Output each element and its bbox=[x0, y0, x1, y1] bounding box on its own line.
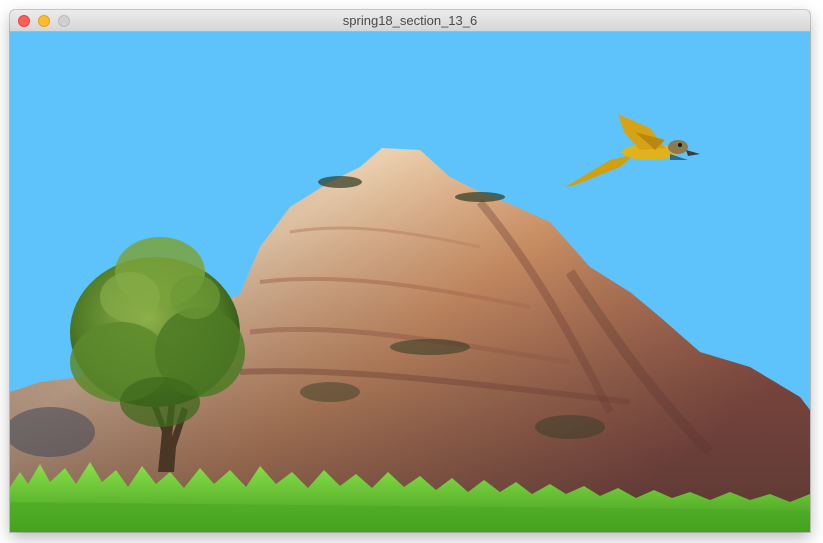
sketch-canvas[interactable] bbox=[10, 32, 810, 532]
app-window: spring18_section_13_6 bbox=[10, 10, 810, 532]
window-title: spring18_section_13_6 bbox=[342, 13, 478, 28]
title-bar[interactable]: spring18_section_13_6 bbox=[10, 10, 810, 32]
